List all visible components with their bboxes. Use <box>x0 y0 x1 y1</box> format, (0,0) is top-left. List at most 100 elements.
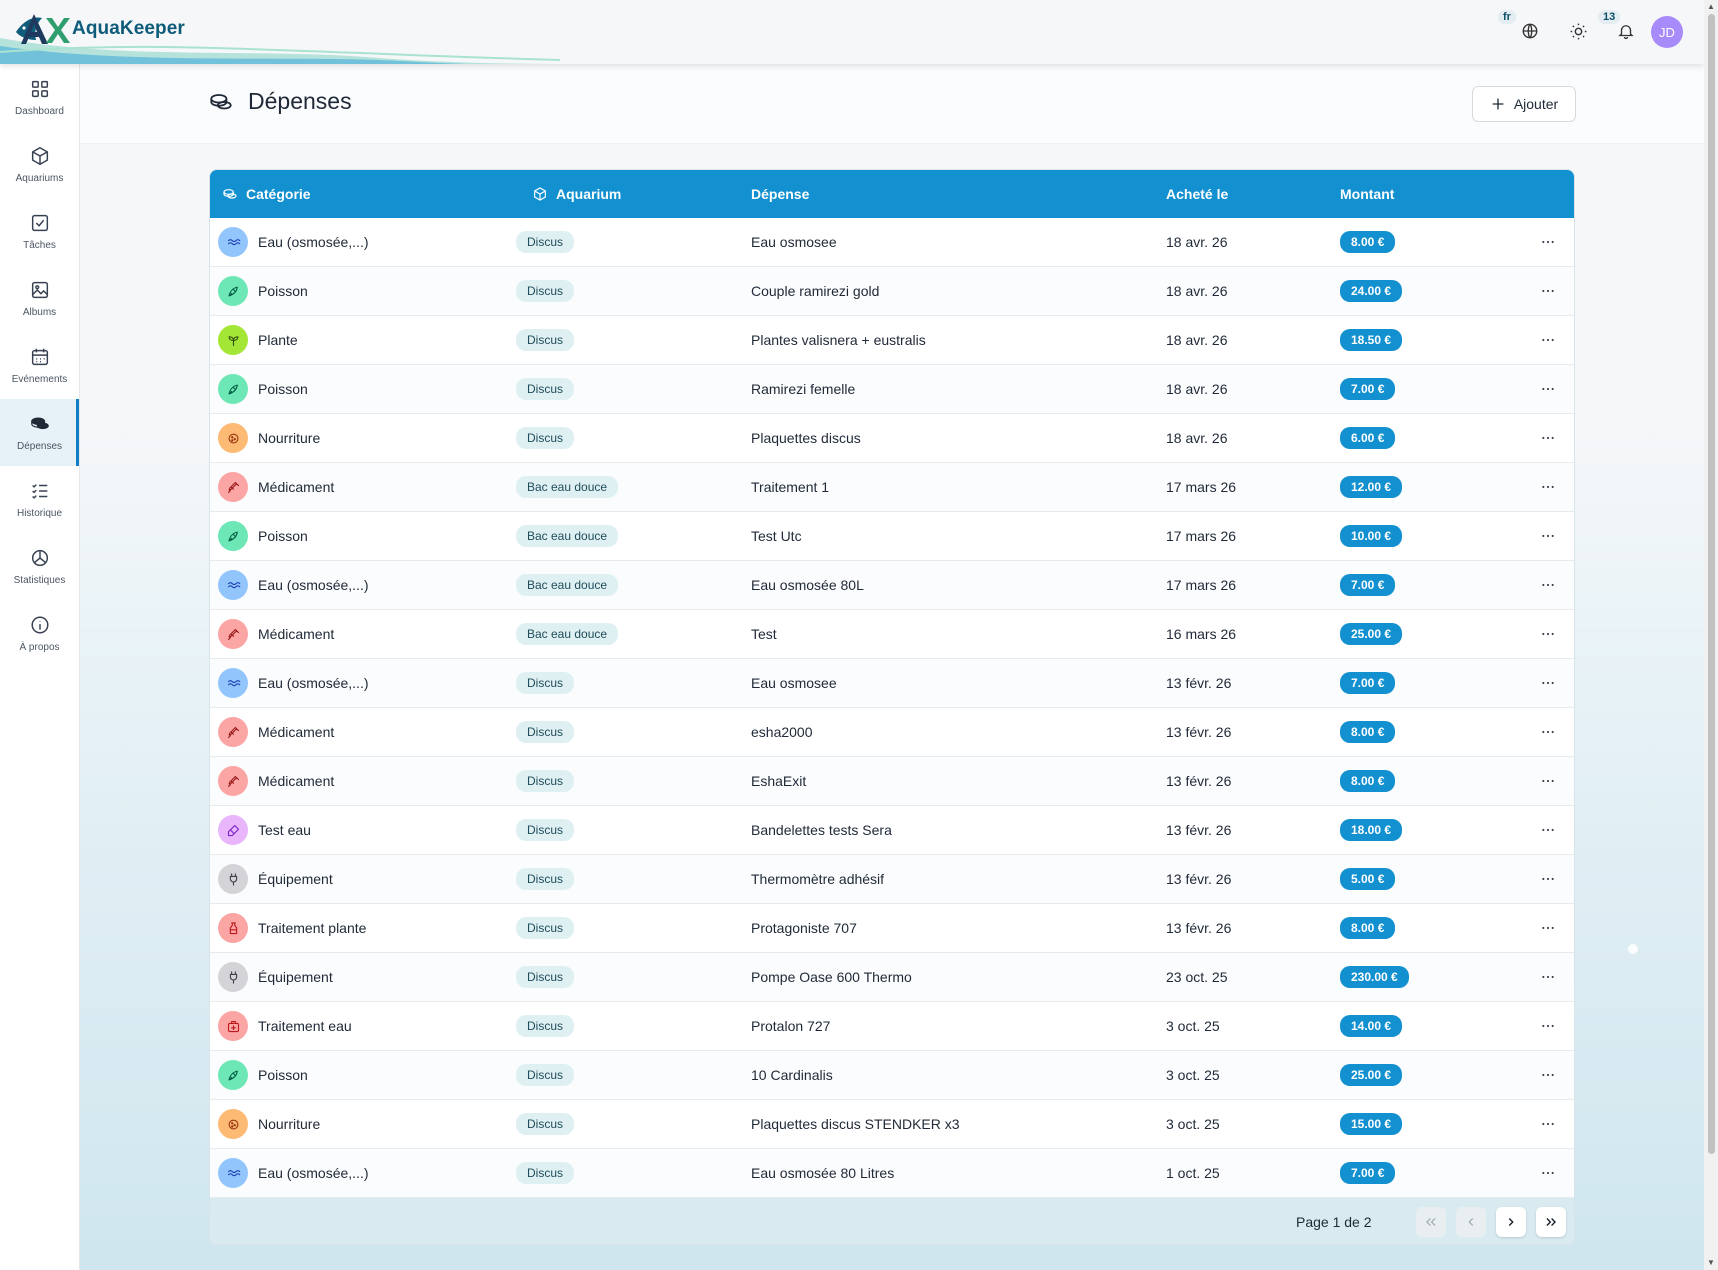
table-row[interactable]: Médicament Discus esha2000 13 févr. 26 8… <box>210 708 1574 757</box>
aquarium-chip[interactable]: Bac eau douce <box>516 525 619 547</box>
table-row[interactable]: Équipement Discus Thermomètre adhésif 13… <box>210 855 1574 904</box>
previous-page-button[interactable] <box>1456 1207 1486 1237</box>
page-title-text: Dépenses <box>248 88 352 114</box>
sidebar-item-tasks[interactable]: Tâches <box>0 198 79 265</box>
table-row[interactable]: Traitement eau Discus Protalon 727 3 oct… <box>210 1002 1574 1051</box>
aquarium-chip[interactable]: Discus <box>516 329 575 351</box>
notifications-button[interactable] <box>1611 16 1641 46</box>
row-actions-button[interactable] <box>1540 463 1556 511</box>
table-row[interactable]: Traitement plante Discus Protagoniste 70… <box>210 904 1574 953</box>
category-label: Équipement <box>258 871 333 887</box>
next-page-button[interactable] <box>1496 1207 1526 1237</box>
scroll-down-arrow[interactable]: ▼ <box>1707 1258 1715 1267</box>
first-page-button[interactable] <box>1416 1207 1446 1237</box>
row-actions-button[interactable] <box>1540 316 1556 364</box>
app-logo[interactable]: AquaKeeper <box>12 10 185 48</box>
column-header-date[interactable]: Acheté le <box>1166 170 1228 218</box>
aquarium-chip[interactable]: Discus <box>516 721 575 743</box>
table-row[interactable]: Poisson Discus Ramirezi femelle 18 avr. … <box>210 365 1574 414</box>
sidebar-item-label: Historique <box>16 508 63 519</box>
table-row[interactable]: Eau (osmosée,...) Discus Eau osmosee 18 … <box>210 218 1574 267</box>
row-actions-button[interactable] <box>1540 414 1556 462</box>
table-row[interactable]: Eau (osmosée,...) Discus Eau osmosee 13 … <box>210 659 1574 708</box>
aquarium-chip[interactable]: Discus <box>516 1015 575 1037</box>
table-row[interactable]: Eau (osmosée,...) Discus Eau osmosée 80 … <box>210 1149 1574 1198</box>
row-actions-button[interactable] <box>1540 1149 1556 1197</box>
add-expense-button[interactable]: Ajouter <box>1472 86 1576 122</box>
page-header: Dépenses Ajouter <box>80 64 1704 144</box>
column-header-category[interactable]: Catégorie <box>222 170 311 218</box>
row-actions-button[interactable] <box>1540 806 1556 854</box>
aquarium-chip[interactable]: Discus <box>516 1113 575 1135</box>
aquarium-chip[interactable]: Bac eau douce <box>516 574 619 596</box>
row-actions-button[interactable] <box>1540 1100 1556 1148</box>
row-actions-button[interactable] <box>1540 218 1556 266</box>
row-actions-button[interactable] <box>1540 1002 1556 1050</box>
sidebar-item-expenses[interactable]: Dépenses <box>0 399 79 466</box>
user-avatar[interactable]: JD <box>1651 16 1683 48</box>
sidebar-item-aquariums[interactable]: Aquariums <box>0 131 79 198</box>
row-actions-button[interactable] <box>1540 1051 1556 1099</box>
scroll-up-arrow[interactable]: ▲ <box>1707 2 1715 11</box>
table-row[interactable]: Poisson Bac eau douce Test Utc 17 mars 2… <box>210 512 1574 561</box>
sidebar-item-statistics[interactable]: Statistiques <box>0 533 79 600</box>
aquarium-chip[interactable]: Discus <box>516 770 575 792</box>
column-header-aquarium[interactable]: Aquarium <box>532 170 621 218</box>
sidebar-item-dashboard[interactable]: Dashboard <box>0 64 79 131</box>
table-row[interactable]: Nourriture Discus Plaquettes discus STEN… <box>210 1100 1574 1149</box>
row-actions-button[interactable] <box>1540 757 1556 805</box>
aquarium-chip[interactable]: Discus <box>516 427 575 449</box>
table-row[interactable]: Médicament Bac eau douce Test 16 mars 26… <box>210 610 1574 659</box>
table-row[interactable]: Poisson Discus Couple ramirezi gold 18 a… <box>210 267 1574 316</box>
table-row[interactable]: Plante Discus Plantes valisnera + eustra… <box>210 316 1574 365</box>
aquarium-chip[interactable]: Bac eau douce <box>516 623 619 645</box>
row-actions-button[interactable] <box>1540 855 1556 903</box>
row-actions-button[interactable] <box>1540 365 1556 413</box>
row-actions-button[interactable] <box>1540 267 1556 315</box>
row-actions-button[interactable] <box>1540 953 1556 1001</box>
sidebar-item-about[interactable]: À propos <box>0 600 79 667</box>
row-actions-button[interactable] <box>1540 610 1556 658</box>
scroll-thumb[interactable] <box>1708 14 1715 1154</box>
table-row[interactable]: Poisson Discus 10 Cardinalis 3 oct. 25 2… <box>210 1051 1574 1100</box>
row-actions-button[interactable] <box>1540 512 1556 560</box>
aquarium-chip[interactable]: Bac eau douce <box>516 476 619 498</box>
row-actions-button[interactable] <box>1540 659 1556 707</box>
sidebar-item-history[interactable]: Historique <box>0 466 79 533</box>
aquarium-chip[interactable]: Discus <box>516 231 575 253</box>
aquarium-chip[interactable]: Discus <box>516 280 575 302</box>
language-button[interactable] <box>1515 16 1545 46</box>
table-row[interactable]: Médicament Discus EshaExit 13 févr. 26 8… <box>210 757 1574 806</box>
row-actions-button[interactable] <box>1540 561 1556 609</box>
aquarium-chip[interactable]: Discus <box>516 378 575 400</box>
expense-cell: Bandelettes tests Sera <box>751 822 892 838</box>
amount-badge: 10.00 € <box>1340 525 1403 547</box>
column-header-label: Catégorie <box>246 186 311 202</box>
row-actions-button[interactable] <box>1540 708 1556 756</box>
sidebar-item-label: À propos <box>19 642 60 653</box>
language-badge: fr <box>1498 10 1516 24</box>
sidebar-item-albums[interactable]: Albums <box>0 265 79 332</box>
table-row[interactable]: Test eau Discus Bandelettes tests Sera 1… <box>210 806 1574 855</box>
category-cell: Poisson <box>218 1051 308 1099</box>
table-row[interactable]: Nourriture Discus Plaquettes discus 18 a… <box>210 414 1574 463</box>
column-header-expense[interactable]: Dépense <box>751 170 809 218</box>
category-medicine-icon <box>218 472 248 502</box>
aquarium-chip[interactable]: Discus <box>516 1064 575 1086</box>
table-row[interactable]: Eau (osmosée,...) Bac eau douce Eau osmo… <box>210 561 1574 610</box>
category-cell: Eau (osmosée,...) <box>218 218 369 266</box>
last-page-button[interactable] <box>1536 1207 1566 1237</box>
row-actions-button[interactable] <box>1540 904 1556 952</box>
aquarium-chip[interactable]: Discus <box>516 672 575 694</box>
aquarium-chip[interactable]: Discus <box>516 819 575 841</box>
table-row[interactable]: Équipement Discus Pompe Oase 600 Thermo … <box>210 953 1574 1002</box>
page-scrollbar[interactable]: ▲ ▼ <box>1704 0 1718 1270</box>
aquarium-chip[interactable]: Discus <box>516 868 575 890</box>
column-header-amount[interactable]: Montant <box>1340 170 1394 218</box>
aquarium-chip[interactable]: Discus <box>516 917 575 939</box>
aquarium-chip[interactable]: Discus <box>516 966 575 988</box>
sidebar-item-events[interactable]: Evénements <box>0 332 79 399</box>
aquarium-chip[interactable]: Discus <box>516 1162 575 1184</box>
table-row[interactable]: Médicament Bac eau douce Traitement 1 17… <box>210 463 1574 512</box>
theme-toggle-button[interactable] <box>1563 16 1593 46</box>
